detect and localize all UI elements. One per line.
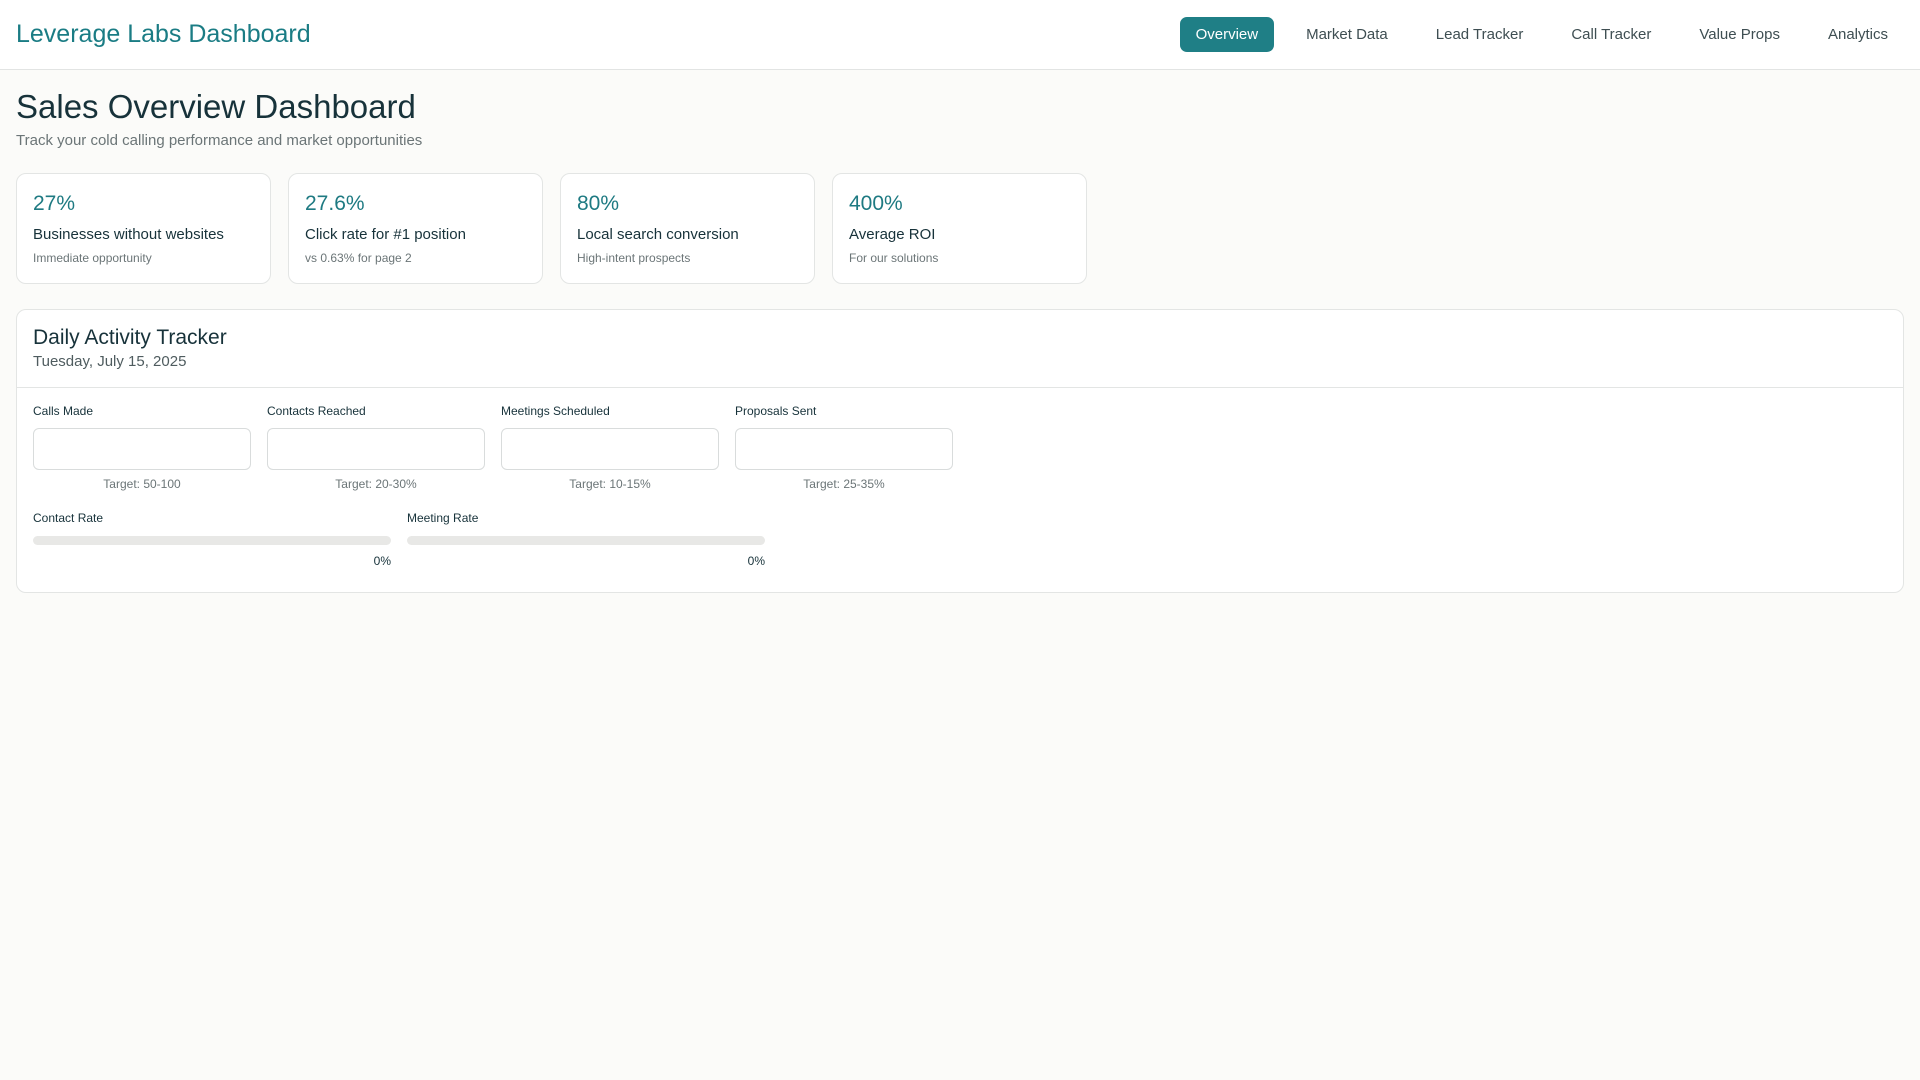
top-bar: Leverage Labs Dashboard Overview Market … (0, 0, 1920, 70)
meetings-scheduled-input[interactable] (501, 428, 719, 470)
nav-call-tracker[interactable]: Call Tracker (1555, 17, 1667, 52)
stat-value: 27% (33, 192, 76, 215)
stat-card-click-rate: 27.6% Click rate for #1 position vs 0.63… (288, 173, 543, 284)
nav-value-props[interactable]: Value Props (1683, 17, 1796, 52)
stat-value: 400% (849, 192, 903, 215)
stat-note: Immediate opportunity (33, 251, 152, 265)
tracker-title: Daily Activity Tracker (33, 326, 227, 349)
contacts-reached-input[interactable] (267, 428, 485, 470)
tracker-date: Tuesday, July 15, 2025 (33, 353, 187, 370)
field-label: Calls Made (33, 404, 94, 418)
rate-label: Contact Rate (33, 511, 104, 525)
contact-rate-progress-bar (33, 536, 391, 545)
main-content: Sales Overview Dashboard Track your cold… (0, 70, 1920, 593)
tracker-body: Calls Made Target: 50-100 Contacts Reach… (17, 388, 1903, 584)
nav-analytics[interactable]: Analytics (1812, 17, 1904, 52)
activity-fields: Calls Made Target: 50-100 Contacts Reach… (33, 404, 1887, 491)
field-label: Contacts Reached (267, 404, 366, 418)
stat-label: Businesses without websites (33, 226, 224, 243)
stat-note: For our solutions (849, 251, 939, 265)
field-target: Target: 10-15% (569, 477, 651, 491)
stat-value: 27.6% (305, 192, 365, 215)
stat-cards: 27% Businesses without websites Immediat… (16, 173, 1904, 284)
nav-overview[interactable]: Overview (1179, 17, 1275, 52)
field-target: Target: 25-35% (803, 477, 885, 491)
nav-market-data[interactable]: Market Data (1290, 17, 1404, 52)
field-calls-made: Calls Made Target: 50-100 (33, 404, 251, 491)
stat-note: vs 0.63% for page 2 (305, 251, 412, 265)
field-meetings-scheduled: Meetings Scheduled Target: 10-15% (501, 404, 719, 491)
field-target: Target: 20-30% (335, 477, 417, 491)
daily-activity-tracker: Daily Activity Tracker Tuesday, July 15,… (16, 309, 1904, 593)
page-title: Sales Overview Dashboard (16, 88, 416, 125)
stat-label: Average ROI (849, 226, 936, 243)
field-contacts-reached: Contacts Reached Target: 20-30% (267, 404, 485, 491)
nav-lead-tracker[interactable]: Lead Tracker (1420, 17, 1540, 52)
stat-value: 80% (577, 192, 620, 215)
meeting-rate: Meeting Rate 0% (407, 511, 765, 568)
proposals-sent-input[interactable] (735, 428, 953, 470)
main-nav: Overview Market Data Lead Tracker Call T… (1172, 17, 1904, 52)
rate-label: Meeting Rate (407, 511, 479, 525)
stat-label: Click rate for #1 position (305, 226, 466, 243)
rate-value: 0% (747, 554, 765, 568)
stat-card-no-websites: 27% Businesses without websites Immediat… (16, 173, 271, 284)
tracker-header: Daily Activity Tracker Tuesday, July 15,… (17, 310, 1903, 388)
rate-value: 0% (373, 554, 391, 568)
calls-made-input[interactable] (33, 428, 251, 470)
stat-label: Local search conversion (577, 226, 739, 243)
field-label: Meetings Scheduled (501, 404, 610, 418)
stat-card-roi: 400% Average ROI For our solutions (832, 173, 1087, 284)
brand-title[interactable]: Leverage Labs Dashboard (16, 20, 311, 49)
stat-card-local-search: 80% Local search conversion High-intent … (560, 173, 815, 284)
contact-rate: Contact Rate 0% (33, 511, 391, 568)
field-target: Target: 50-100 (103, 477, 181, 491)
page-subtitle: Track your cold calling performance and … (16, 132, 423, 149)
meeting-rate-progress-bar (407, 536, 765, 545)
rate-indicators: Contact Rate 0% Meeting Rate 0% (33, 511, 1887, 568)
field-label: Proposals Sent (735, 404, 817, 418)
field-proposals-sent: Proposals Sent Target: 25-35% (735, 404, 953, 491)
stat-note: High-intent prospects (577, 251, 691, 265)
